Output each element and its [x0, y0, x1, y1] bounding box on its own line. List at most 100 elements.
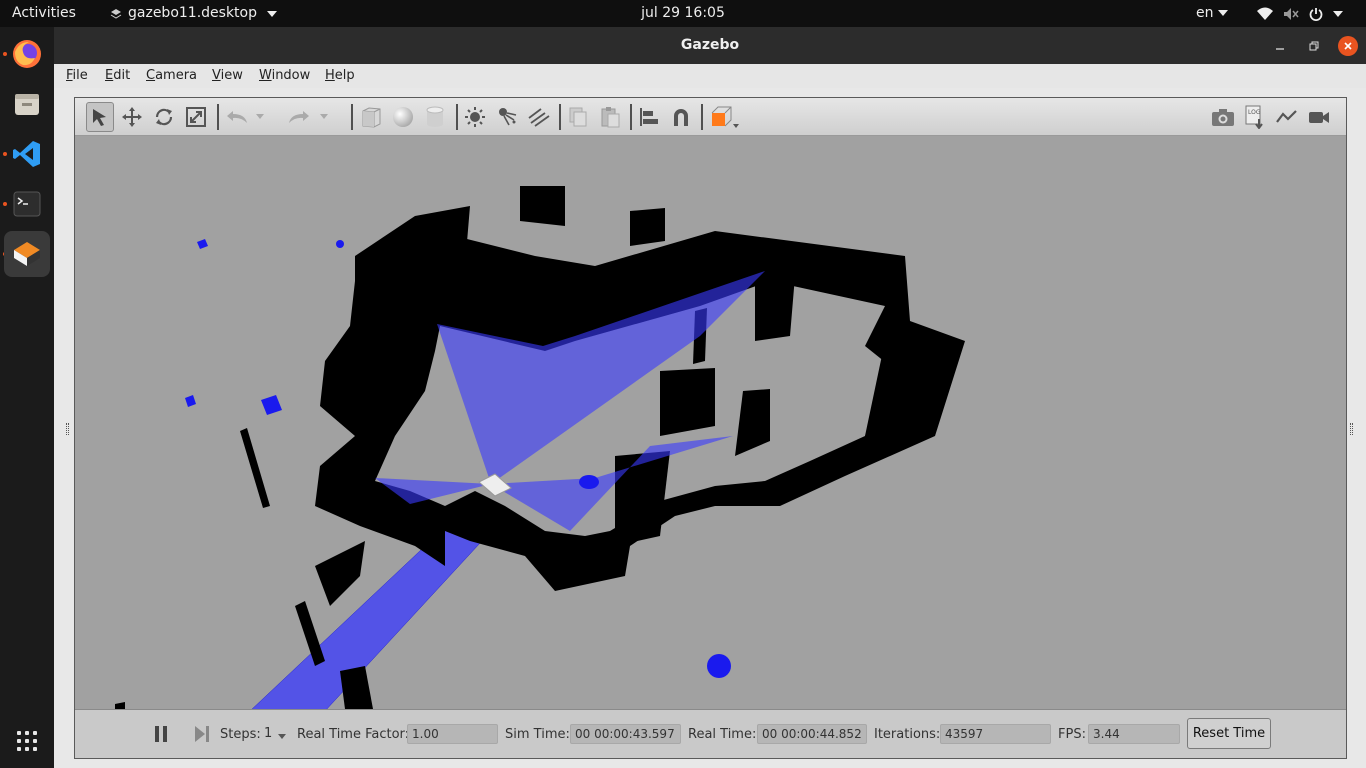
toolbar-separator [217, 104, 219, 130]
video-camera-icon [1309, 112, 1329, 123]
dock [0, 27, 54, 768]
scale-mode-button[interactable] [182, 102, 210, 132]
plot-icon [1276, 110, 1297, 123]
menu-file-label: ile [72, 68, 88, 83]
3d-viewport[interactable] [75, 136, 1346, 709]
sim-time-label: Sim Time: [505, 727, 570, 742]
spot-light-button[interactable] [493, 102, 521, 132]
menu-window-label: indow [271, 68, 311, 83]
dock-firefox[interactable] [4, 31, 50, 77]
sim-time-field[interactable]: 00 00:00:43.597 [570, 724, 681, 744]
activities-button[interactable]: Activities [12, 0, 76, 27]
menu-help-mnemonic: H [325, 68, 335, 83]
rtf-label: Real Time Factor: [297, 727, 410, 742]
maximize-button[interactable] [1304, 36, 1324, 56]
change-view-button[interactable] [705, 102, 741, 132]
real-time-field[interactable]: 00 00:00:44.852 [757, 724, 867, 744]
plot-button[interactable] [1273, 102, 1301, 132]
system-menu[interactable] [1257, 0, 1343, 27]
minimize-button[interactable] [1270, 36, 1290, 56]
log-button[interactable]: LOG [1241, 102, 1269, 132]
dock-vscode[interactable] [4, 131, 50, 177]
show-applications-icon[interactable] [14, 728, 40, 754]
right-panel-splitter[interactable] [1350, 423, 1353, 435]
redo-history-button[interactable] [317, 102, 331, 132]
align-button[interactable] [635, 102, 663, 132]
volume-muted-icon [1284, 7, 1299, 20]
pause-icon [155, 726, 167, 742]
menu-edit[interactable]: Edit [105, 68, 130, 83]
app-menu-label: gazebo11.desktop [128, 5, 257, 21]
undo-button[interactable] [223, 102, 251, 132]
spot-light-icon [499, 108, 517, 126]
wifi-icon [1257, 7, 1273, 20]
fps-field[interactable]: 3.44 [1088, 724, 1180, 744]
translate-mode-button[interactable] [118, 102, 146, 132]
app-menu-icon [110, 8, 122, 19]
gazebo-window: Gazebo File Edit Camera View Window Help [54, 27, 1366, 768]
iterations-label: Iterations: [874, 727, 941, 742]
app-menu[interactable]: gazebo11.desktop [110, 0, 277, 27]
menu-window[interactable]: Window [259, 68, 310, 83]
rotate-icon [155, 108, 173, 126]
step-button[interactable] [193, 724, 211, 744]
menu-view-label: iew [220, 68, 243, 83]
menu-camera-label: amera [155, 68, 198, 83]
clock[interactable]: jul 29 16:05 [641, 5, 725, 21]
cylinder-shape-button[interactable] [421, 102, 449, 132]
menu-view[interactable]: View [212, 68, 243, 83]
toolbar-separator [701, 104, 703, 130]
menu-camera-mnemonic: C [146, 68, 156, 83]
menu-help-label: elp [334, 68, 355, 83]
pause-button[interactable] [153, 724, 169, 744]
time-panel: Steps: 1 Real Time Factor: 1.00 Sim Time… [75, 709, 1346, 758]
left-panel-splitter[interactable] [66, 423, 69, 435]
log-icon: LOG [1245, 105, 1263, 129]
reset-time-button[interactable]: Reset Time [1187, 718, 1271, 749]
screenshot-button[interactable] [1209, 102, 1237, 132]
window-title: Gazebo [680, 37, 740, 53]
step-forward-icon [195, 726, 209, 742]
move-arrows-icon [122, 107, 142, 127]
fps-label: FPS: [1058, 727, 1086, 742]
sphere-icon [393, 107, 413, 127]
menu-help[interactable]: Help [325, 68, 355, 83]
copy-icon [569, 107, 587, 127]
directional-light-button[interactable] [525, 102, 553, 132]
close-button[interactable] [1338, 36, 1358, 56]
video-record-button[interactable] [1305, 102, 1333, 132]
dock-files[interactable] [4, 81, 50, 127]
copy-button[interactable] [564, 102, 592, 132]
sphere-shape-button[interactable] [389, 102, 417, 132]
toolbar-separator [559, 104, 561, 130]
terminal-icon [13, 191, 41, 217]
menu-view-mnemonic: V [212, 68, 221, 83]
language-selector[interactable]: en [1196, 0, 1228, 27]
rtf-field[interactable]: 1.00 [407, 724, 498, 744]
menu-file[interactable]: File [66, 68, 88, 83]
chevron-down-icon [256, 114, 264, 119]
iterations-field[interactable]: 43597 [940, 724, 1051, 744]
rotate-mode-button[interactable] [150, 102, 178, 132]
language-label: en [1196, 5, 1214, 21]
undo-history-button[interactable] [253, 102, 267, 132]
real-time-label: Real Time: [688, 727, 757, 742]
directional-light-icon [528, 108, 550, 127]
box-shape-button[interactable] [357, 102, 385, 132]
point-light-button[interactable] [461, 102, 489, 132]
title-bar[interactable]: Gazebo [54, 27, 1366, 64]
select-mode-button[interactable] [86, 102, 114, 132]
toolbar-separator [351, 104, 353, 130]
paste-button[interactable] [596, 102, 624, 132]
chevron-down-icon [278, 734, 286, 739]
steps-spinbox[interactable]: 1 [261, 725, 287, 745]
align-icon [640, 108, 658, 126]
redo-button[interactable] [285, 102, 313, 132]
menu-camera[interactable]: Camera [146, 68, 197, 83]
snap-button[interactable] [667, 102, 695, 132]
chevron-down-icon [1217, 10, 1228, 16]
dock-gazebo[interactable] [4, 231, 50, 277]
dock-terminal[interactable] [4, 181, 50, 227]
steps-value: 1 [264, 726, 273, 741]
paste-icon [601, 107, 620, 128]
